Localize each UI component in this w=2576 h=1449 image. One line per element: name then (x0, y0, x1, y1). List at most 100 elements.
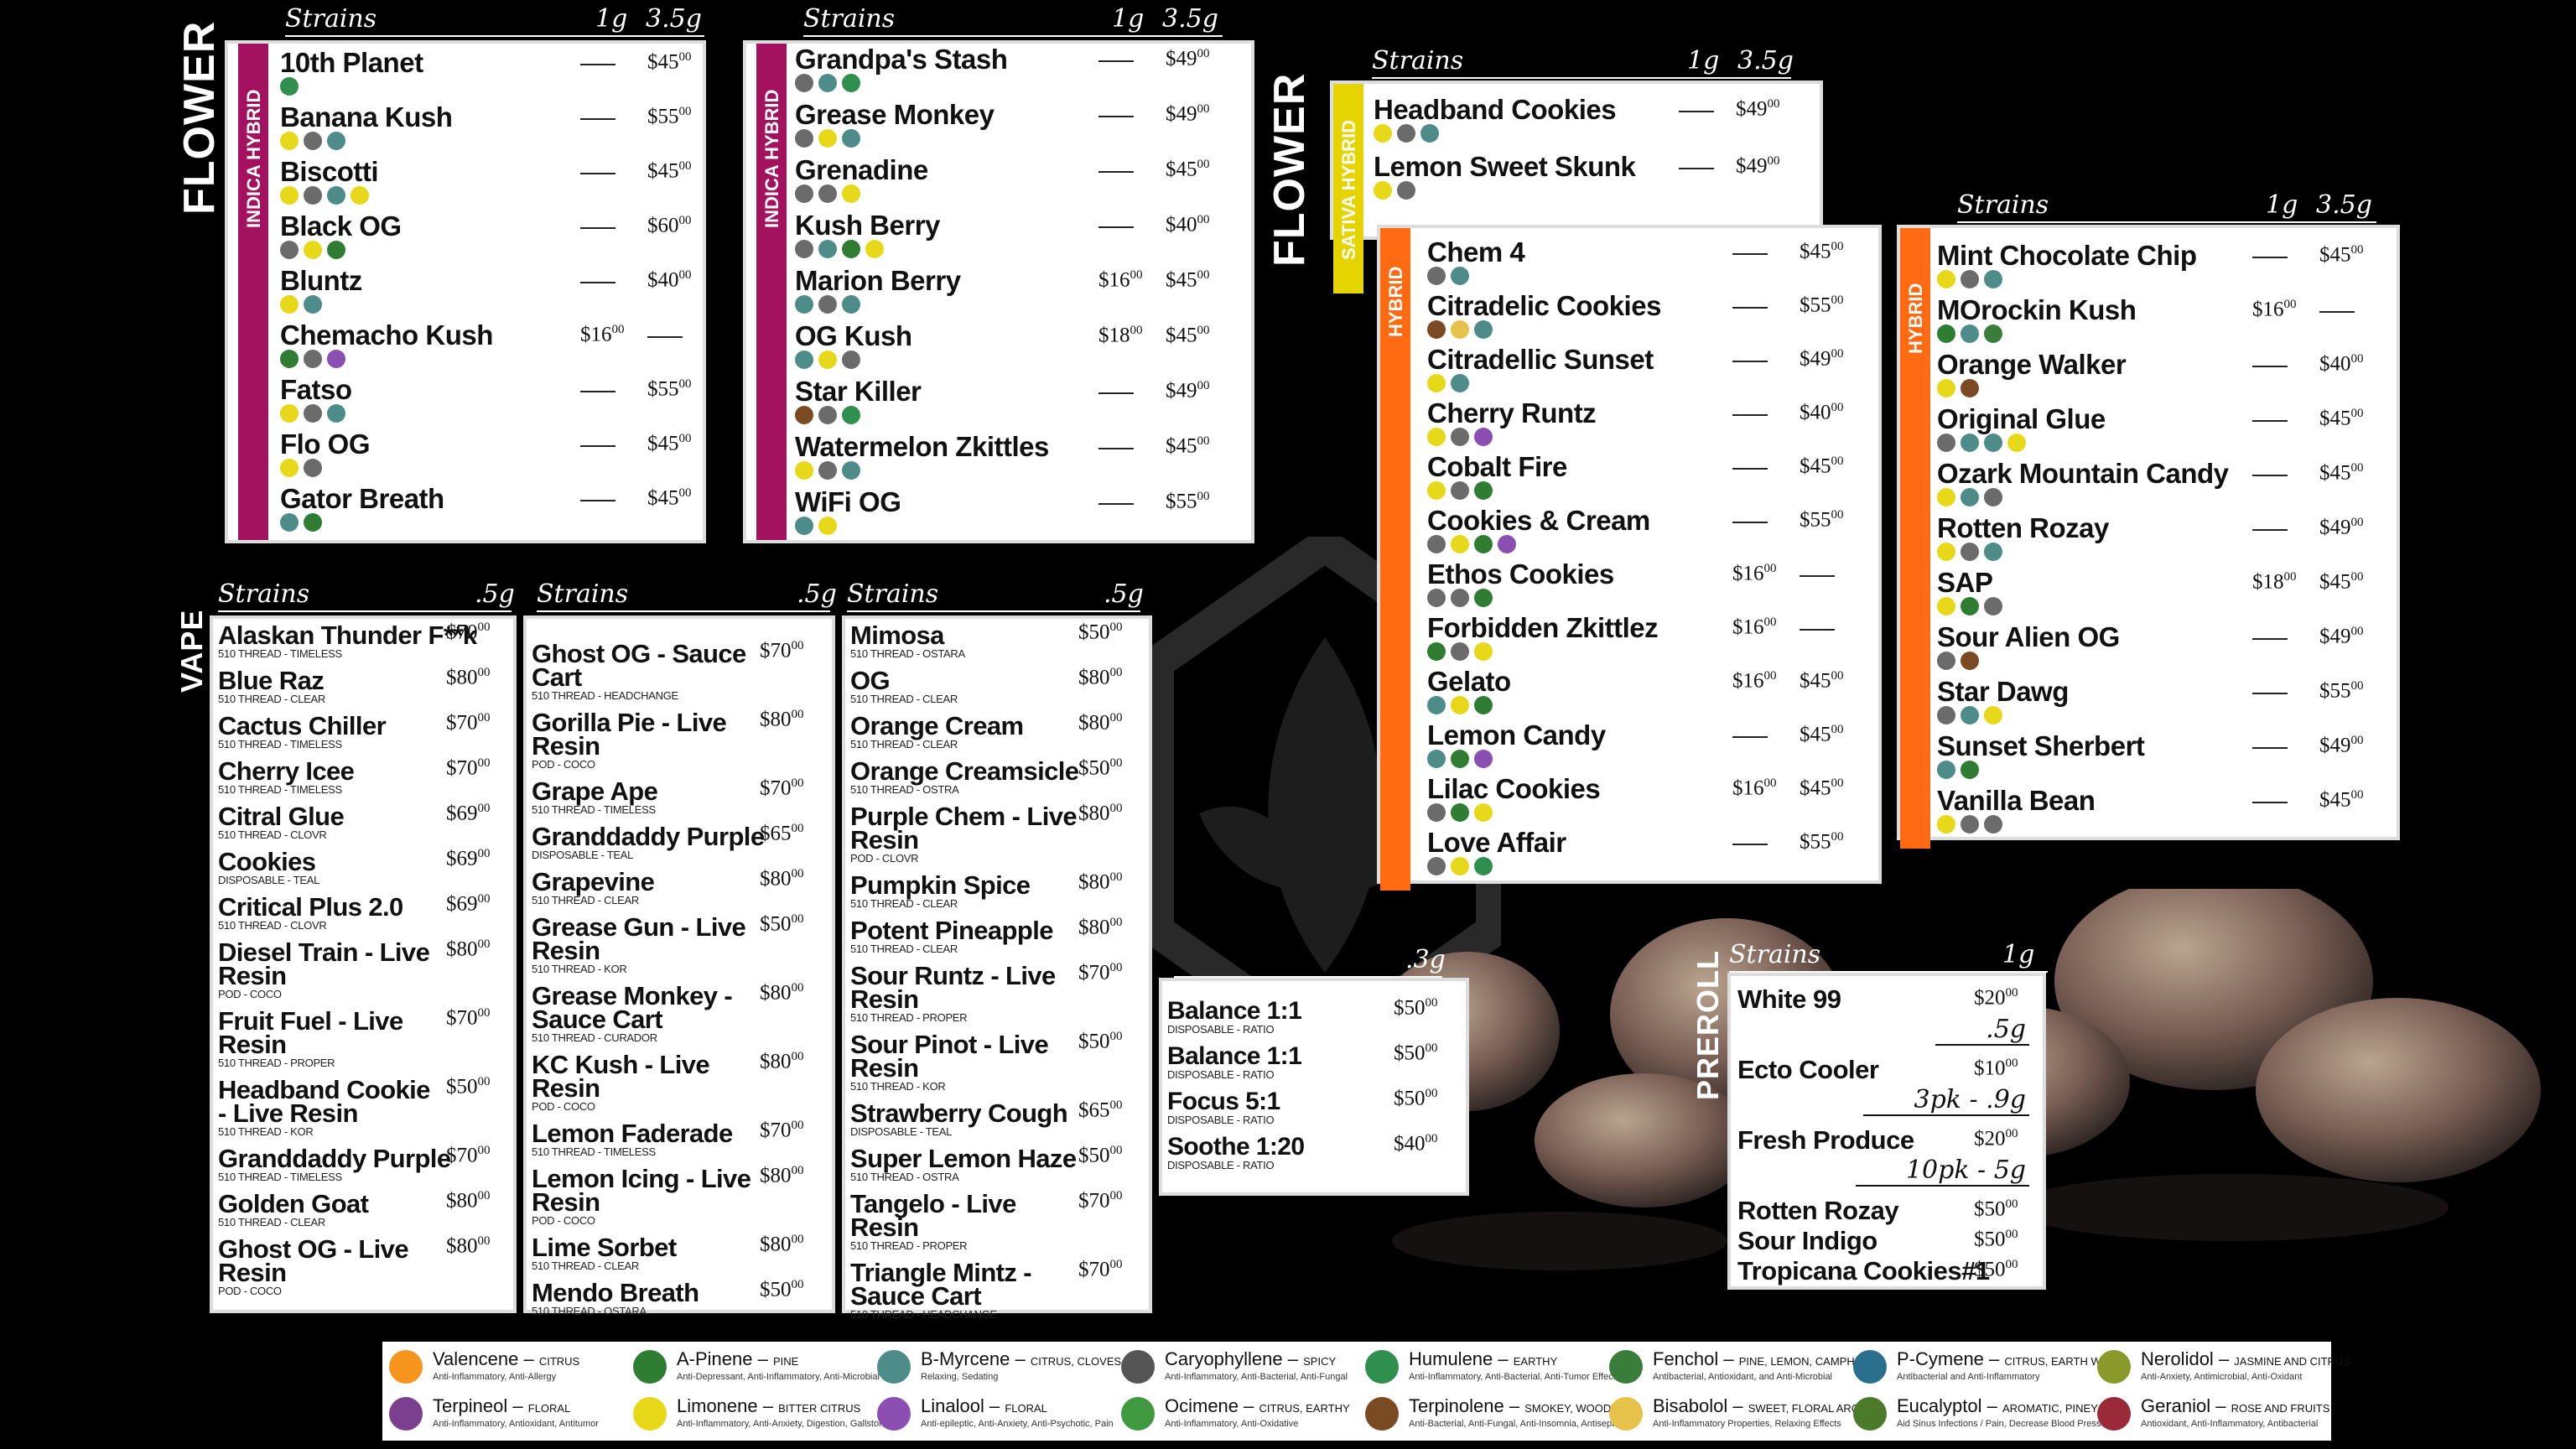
vape-product-type: DISPOSABLE - RATIO (1167, 1068, 1275, 1081)
preroll-panel: White 99 $2000 .5g Ecto Cooler $1000 3pk - .9… (1727, 973, 2046, 1290)
pin-icon (1937, 325, 1955, 343)
price: $1800 (1098, 324, 1143, 347)
car-icon (1451, 481, 1469, 500)
price: $4000 (647, 268, 692, 292)
car-icon (795, 74, 813, 92)
ter-icon (1365, 1397, 1399, 1431)
price: $4500 (1800, 240, 1844, 263)
price: $5000 (1974, 1258, 2018, 1281)
vape-product-type: POD - COCO (532, 1100, 595, 1113)
no-price-dash (1098, 503, 1134, 505)
price: $5500 (2319, 679, 2364, 703)
price: $4500 (1800, 723, 1844, 746)
cents: 00 (1109, 666, 1123, 679)
price: $5000 (1394, 1087, 1438, 1110)
strain-name: Watermelon Zkittles (795, 431, 1049, 462)
vape-product-type: 510 THREAD - PROPER (850, 1011, 968, 1024)
price: $1600 (1098, 268, 1143, 292)
price: $4500 (1166, 268, 1210, 292)
strain-name: Mint Chocolate Chip (1937, 240, 2197, 271)
col-half-label: .5g (797, 579, 837, 609)
no-price-dash (580, 445, 615, 447)
terpene-effects: Anti-Depressant, Anti-Inflammatory, Anti… (677, 1372, 880, 1382)
strain-name: Citradellic Sunset (1427, 344, 1654, 375)
price: $5000 (1974, 1197, 2018, 1221)
cents: 00 (1197, 379, 1210, 392)
terpene-icons (1427, 642, 1493, 662)
terpene-title: B-Myrcene (921, 1348, 1010, 1369)
lim-icon (351, 186, 369, 205)
terpene-aroma: CITRUS (538, 1355, 580, 1368)
vape-product-name: Granddaddy Purple (532, 822, 765, 851)
no-price-dash (1098, 60, 1134, 62)
price: $4900 (2319, 625, 2364, 648)
myr-icon (280, 513, 299, 532)
terpene-icons (1374, 124, 1439, 144)
ter-icon (1961, 379, 1979, 397)
cents: 00 (791, 639, 804, 652)
vape-product-type: 510 THREAD - KOR (850, 1080, 946, 1093)
flower-hybrid-panel-1: HYBRID Chem 4 $4500 Citradelic Cookies $550… (1377, 225, 1882, 891)
pin-icon (327, 241, 345, 259)
strains-header-vape-1: Strains .5g (218, 579, 515, 612)
price: $4500 (647, 50, 692, 74)
price: $4900 (2319, 516, 2364, 539)
price: $7000 (446, 621, 491, 644)
strains-label: Strains (537, 579, 629, 609)
terpene-name: Terpinolene – SMOKEY, WOODY (1409, 1395, 1618, 1416)
cents: 00 (791, 1050, 804, 1063)
lim-icon (1374, 124, 1392, 143)
price: $4900 (1800, 347, 1844, 371)
price: $8000 (760, 708, 804, 731)
no-price-dash (1732, 414, 1768, 416)
vape-product-name: KC Kush - Live Resin (532, 1050, 710, 1103)
pin-icon (1451, 750, 1469, 768)
price: $7000 (446, 756, 491, 780)
cents: 00 (791, 1233, 804, 1246)
price: $8000 (760, 1233, 804, 1256)
hybrid-label: HYBRID (1385, 266, 1406, 337)
price: $4500 (1166, 434, 1210, 458)
strain-name: Cherry Runtz (1427, 397, 1597, 428)
cents: 00 (1109, 916, 1123, 929)
terpene-name: Ocimene – CITRUS, EARTHY (1165, 1395, 1350, 1416)
terpene-icons (1427, 481, 1493, 501)
vape-product-name: Super Lemon Haze (850, 1144, 1077, 1173)
indica-hybrid-label: INDICA HYBRID (761, 89, 782, 228)
hum-icon (1474, 857, 1493, 875)
terpene-icons (1937, 815, 2002, 835)
euc-icon (1853, 1397, 1887, 1431)
no-price-dash (2252, 366, 2288, 367)
preroll-name: Tropicana Cookies#1 (1737, 1256, 1990, 1285)
price: $4500 (1166, 324, 1210, 347)
cents: 00 (1109, 1258, 1123, 1271)
terpene-effects: Aid Sinus Infections / Pain, Decrease Bl… (1897, 1419, 2115, 1429)
price: $5000 (1394, 1041, 1438, 1065)
lim-icon (1427, 481, 1446, 500)
sativa-hybrid-stripe: SATIVA HYBRID (1333, 84, 1363, 293)
terpene-effects: Anti-Inflammatory, Anti-Anxiety, Digesti… (677, 1419, 894, 1429)
price: $4000 (1800, 401, 1844, 424)
strain-name: 10th Planet (280, 47, 423, 78)
cents: 00 (477, 621, 491, 634)
strain-name: Gelato (1427, 666, 1511, 697)
terpene-icons (280, 77, 299, 97)
lim-icon (1937, 597, 1955, 615)
vape-product-type: POD - COCO (218, 988, 282, 1000)
myr-icon (795, 295, 813, 314)
no-price-dash (1098, 226, 1134, 228)
strain-name: Sunset Sherbert (1937, 730, 2145, 761)
col-1g-label: 1g (595, 4, 628, 34)
flower-title-left: FLOWER (175, 20, 224, 215)
terpene-icons (1937, 706, 2002, 726)
vape-product-type: 510 THREAD - CLEAR (850, 943, 958, 955)
cents: 00 (678, 486, 692, 500)
vape-product-type: DISPOSABLE - TEAL (218, 874, 320, 886)
legend-item-bis: Bisabolol – SWEET, FLORAL AROMA Anti-Infl… (1609, 1394, 1876, 1439)
no-price-dash (580, 282, 615, 283)
vape-product-type: DISPOSABLE - RATIO (1167, 1114, 1275, 1126)
vape-product-name: Grapevine (532, 867, 655, 896)
vape-product-type: 510 THREAD - TIMELESS (218, 1171, 342, 1183)
no-price-dash (580, 118, 615, 120)
cents: 00 (1425, 1132, 1438, 1145)
